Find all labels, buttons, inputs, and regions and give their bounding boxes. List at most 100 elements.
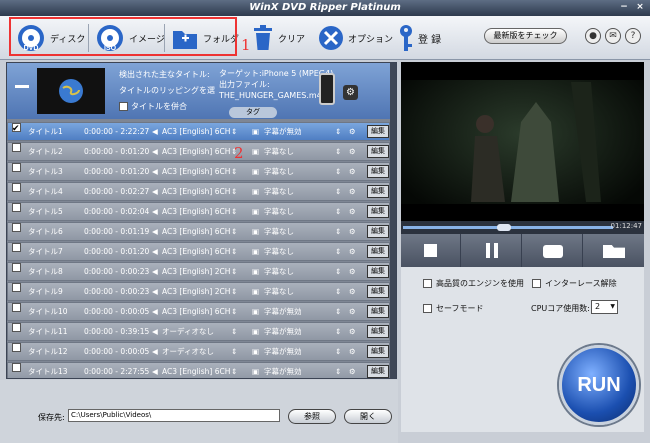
save-path-input[interactable]: C:\Users\Public\Videos\ — [68, 409, 280, 422]
subtitle-select[interactable]: 字幕なし — [264, 183, 294, 200]
subtitle-select[interactable]: 字幕なし — [264, 283, 294, 300]
seek-handle[interactable] — [497, 224, 511, 231]
edit-button[interactable]: 編集 — [367, 185, 389, 198]
subtitle-select[interactable]: 字幕なし — [264, 223, 294, 240]
edit-button[interactable]: 編集 — [367, 225, 389, 238]
clear-button[interactable]: クリア — [252, 20, 305, 56]
audio-track-select[interactable]: オーディオなし — [162, 343, 214, 360]
edit-gear-icon[interactable]: ⚙ — [349, 363, 356, 378]
seek-bar[interactable]: 01:12:47 — [401, 221, 644, 234]
title-row[interactable]: ✔ タイトル1 0:00:00 - 2:22:27 ◀ AC3 [English] 6C… — [7, 122, 390, 141]
edit-button[interactable]: 編集 — [367, 305, 389, 318]
audio-track-select[interactable]: AC3 [English] 6CH — [162, 163, 230, 180]
subtitle-dropdown-icon[interactable]: ⇕ — [335, 123, 341, 140]
edit-button[interactable]: 編集 — [367, 325, 389, 338]
audio-dropdown-icon[interactable]: ⇕ — [231, 263, 237, 280]
subtitle-select[interactable]: 字幕が無効 — [264, 343, 302, 360]
hq-engine-checkbox[interactable] — [423, 279, 432, 288]
title-row[interactable]: タイトル9 0:00:00 - 0:00:23 ◀ AC3 [English] 2CH… — [7, 282, 390, 301]
subtitle-select[interactable]: 字幕が無効 — [264, 323, 302, 340]
tag-button[interactable]: タグ — [229, 107, 277, 118]
subtitle-dropdown-icon[interactable]: ⇕ — [335, 363, 341, 378]
title-checkbox[interactable] — [12, 223, 21, 232]
register-button[interactable]: 登 録 — [398, 20, 441, 56]
audio-dropdown-icon[interactable]: ⇕ — [231, 243, 237, 260]
edit-button[interactable]: 編集 — [367, 165, 389, 178]
audio-dropdown-icon[interactable]: ⇕ — [231, 343, 237, 360]
edit-gear-icon[interactable]: ⚙ — [349, 343, 356, 360]
edit-gear-icon[interactable]: ⚙ — [349, 263, 356, 280]
subtitle-select[interactable]: 字幕なし — [264, 263, 294, 280]
edit-gear-icon[interactable]: ⚙ — [349, 183, 356, 200]
subtitle-dropdown-icon[interactable]: ⇕ — [335, 203, 341, 220]
title-checkbox[interactable] — [12, 303, 21, 312]
title-checkbox[interactable] — [12, 283, 21, 292]
title-row[interactable]: タイトル8 0:00:00 - 0:00:23 ◀ AC3 [English] 2CH… — [7, 262, 390, 281]
subtitle-dropdown-icon[interactable]: ⇕ — [335, 303, 341, 320]
title-row[interactable]: タイトル4 0:00:00 - 0:02:27 ◀ AC3 [English] 6CH… — [7, 182, 390, 201]
edit-gear-icon[interactable]: ⚙ — [349, 163, 356, 180]
option-button[interactable]: オプション — [318, 20, 393, 56]
title-checkbox[interactable] — [12, 263, 21, 272]
audio-track-select[interactable]: オーディオなし — [162, 323, 214, 340]
title-row[interactable]: タイトル6 0:00:00 - 0:01:19 ◀ AC3 [English] 6CH… — [7, 222, 390, 241]
subtitle-dropdown-icon[interactable]: ⇕ — [335, 283, 341, 300]
subtitle-dropdown-icon[interactable]: ⇕ — [335, 183, 341, 200]
edit-gear-icon[interactable]: ⚙ — [349, 203, 356, 220]
subtitle-dropdown-icon[interactable]: ⇕ — [335, 223, 341, 240]
subtitle-select[interactable]: 字幕なし — [264, 163, 294, 180]
audio-dropdown-icon[interactable]: ⇕ — [231, 303, 237, 320]
edit-button[interactable]: 編集 — [367, 285, 389, 298]
open-button[interactable]: 開く — [344, 409, 392, 424]
audio-dropdown-icon[interactable]: ⇕ — [231, 163, 237, 180]
edit-button[interactable]: 編集 — [367, 365, 389, 378]
title-checkbox[interactable] — [12, 183, 21, 192]
audio-track-select[interactable]: AC3 [English] 6CH — [162, 123, 230, 140]
open-folder-button[interactable] — [584, 234, 644, 267]
title-checkbox[interactable] — [12, 143, 21, 152]
audio-dropdown-icon[interactable]: ⇕ — [231, 203, 237, 220]
edit-button[interactable]: 編集 — [367, 205, 389, 218]
edit-button[interactable]: 編集 — [367, 345, 389, 358]
settings-icon[interactable]: ⚙ — [343, 85, 358, 100]
minimize-button[interactable]: − — [618, 2, 630, 13]
audio-dropdown-icon[interactable]: ⇕ — [231, 323, 237, 340]
subtitle-dropdown-icon[interactable]: ⇕ — [335, 323, 341, 340]
title-row[interactable]: タイトル11 0:00:00 - 0:39:15 ◀ オーディオなし ⇕ ▣ 字幕が無効 ⇕ ⚙… — [7, 322, 390, 341]
audio-dropdown-icon[interactable]: ⇕ — [231, 283, 237, 300]
title-row[interactable]: タイトル10 0:00:00 - 0:00:05 ◀ AC3 [English] 6C… — [7, 302, 390, 321]
audio-dropdown-icon[interactable]: ⇕ — [231, 123, 237, 140]
title-checkbox[interactable] — [12, 363, 21, 372]
audio-track-select[interactable]: AC3 [English] 6CH — [162, 363, 230, 378]
title-row[interactable]: タイトル13 0:00:00 - 2:27:55 ◀ AC3 [English] 6C… — [7, 362, 390, 378]
audio-track-select[interactable]: AC3 [English] 6CH — [162, 203, 230, 220]
audio-dropdown-icon[interactable]: ⇕ — [231, 223, 237, 240]
edit-gear-icon[interactable]: ⚙ — [349, 143, 356, 160]
edit-gear-icon[interactable]: ⚙ — [349, 283, 356, 300]
check-update-button[interactable]: 最新版をチェック — [484, 28, 567, 44]
edit-button[interactable]: 編集 — [367, 145, 389, 158]
subtitle-dropdown-icon[interactable]: ⇕ — [335, 243, 341, 260]
list-scrollbar[interactable] — [390, 63, 396, 378]
title-checkbox[interactable] — [12, 163, 21, 172]
subtitle-dropdown-icon[interactable]: ⇕ — [335, 343, 341, 360]
subtitle-select[interactable]: 字幕なし — [264, 243, 294, 260]
title-checkbox[interactable] — [12, 323, 21, 332]
subtitle-select[interactable]: 字幕が無効 — [264, 303, 302, 320]
safe-mode-checkbox[interactable] — [423, 304, 432, 313]
merge-checkbox[interactable] — [119, 102, 128, 111]
edit-gear-icon[interactable]: ⚙ — [349, 323, 356, 340]
subtitle-select[interactable]: 字幕なし — [264, 143, 294, 160]
collapse-icon[interactable] — [15, 85, 29, 88]
audio-track-select[interactable]: AC3 [English] 6CH — [162, 243, 230, 260]
title-checkbox[interactable] — [12, 203, 21, 212]
title-row[interactable]: タイトル2 0:00:00 - 0:01:20 ◀ AC3 [English] 6CH… — [7, 142, 390, 161]
mail-icon[interactable]: ✉ — [605, 28, 621, 44]
audio-track-select[interactable]: AC3 [English] 6CH — [162, 183, 230, 200]
edit-gear-icon[interactable]: ⚙ — [349, 123, 356, 140]
edit-button[interactable]: 編集 — [367, 125, 389, 138]
audio-track-select[interactable]: AC3 [English] 6CH — [162, 223, 230, 240]
pause-button[interactable] — [462, 234, 522, 267]
subtitle-dropdown-icon[interactable]: ⇕ — [335, 163, 341, 180]
title-row[interactable]: タイトル5 0:00:00 - 0:02:04 ◀ AC3 [English] 6CH… — [7, 202, 390, 221]
